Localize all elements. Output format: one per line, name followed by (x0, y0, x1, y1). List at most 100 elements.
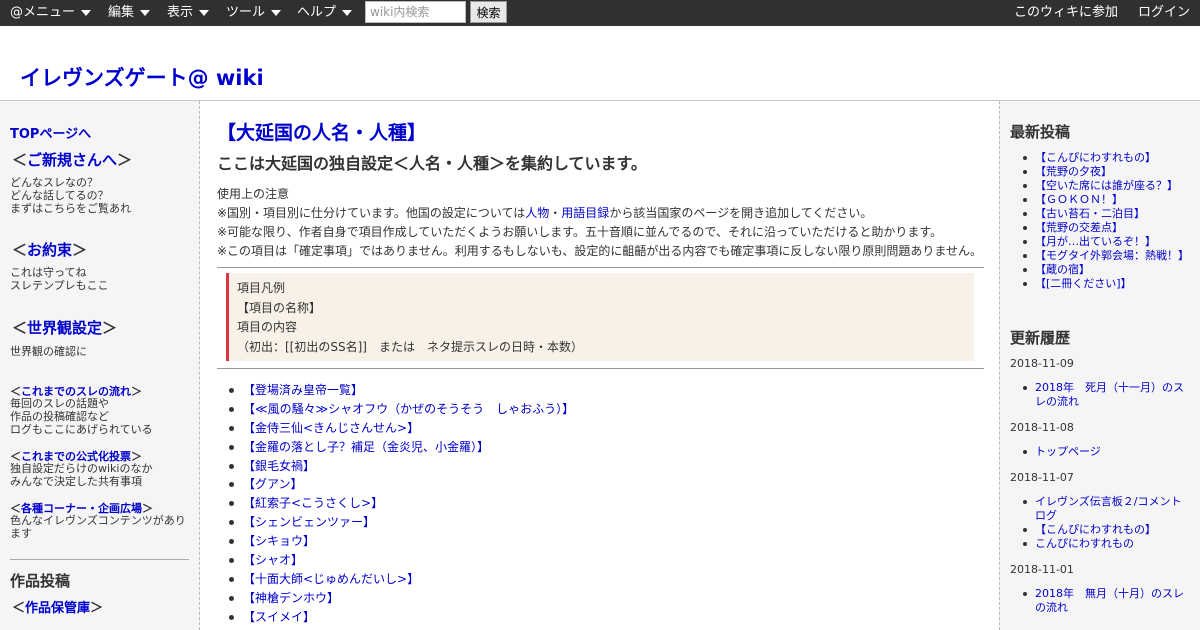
bracket: ＞ (90, 601, 104, 616)
bracket: ＜ (12, 601, 26, 616)
entry-link[interactable]: 【シキョウ】 (243, 534, 315, 548)
archive-link[interactable]: 作品保管庫 (25, 601, 90, 616)
latest-list: 【こんぴにわすれもの】 【荒野の夕夜】 【空いた席には誰が座る？】 【ＧＯＫＯＮ… (1020, 151, 1189, 291)
chevron-down-icon (342, 9, 353, 16)
entry-link[interactable]: 【グアン】 (243, 477, 303, 491)
search-input[interactable] (365, 1, 466, 23)
entry-link[interactable]: 【神槍デンホウ】 (243, 591, 339, 605)
latest-link[interactable]: 【古い苔石・二泊目】 (1035, 207, 1145, 220)
threads-desc: 毎回のスレの話題や 作品の投稿確認など ログもここにあげられている (10, 397, 153, 436)
entry-link[interactable]: 【十面大師<じゅめんだいし>】 (243, 572, 419, 586)
entry-link[interactable]: 【シャオ】 (243, 553, 303, 567)
list-item: 【シャオ】 (225, 551, 574, 570)
history-list: イレヴンズ伝言板２/コメント ログ 【こんぴにわすれもの】 こんぴにわすれもの (1020, 495, 1182, 551)
menu-view[interactable]: 表示 (167, 0, 210, 26)
list-item: 【銀毛女禍】 (225, 457, 574, 476)
latest-link[interactable]: 【荒野の夕夜】 (1035, 165, 1112, 178)
menu-edit[interactable]: 編集 (108, 0, 151, 26)
chevron-down-icon (140, 9, 151, 16)
desc-line: どんなスレなの？ (10, 176, 98, 189)
entry-link[interactable]: 【紅索子<こうさくし>】 (243, 496, 383, 510)
history-link[interactable]: 【こんぴにわすれもの】 (1035, 523, 1156, 536)
desc-line: 作品の投稿確認など (10, 410, 109, 423)
entry-link[interactable]: 【スイメイ】 (243, 610, 315, 624)
history-link[interactable]: イレヴンズ伝言板２/コメント ログ (1035, 495, 1182, 522)
promise-link[interactable]: お約束 (27, 241, 72, 259)
entry-link[interactable]: 【金羅の落とし子？補足（金炎児、小金羅）】 (243, 440, 489, 454)
top-page-link[interactable]: TOPページへ (10, 123, 91, 142)
desc-line: 色んなイレヴンズコンテンツがあり (10, 514, 186, 527)
note-text: ※国別・項目別に仕分けています。他国の設定については (217, 206, 526, 220)
latest-link[interactable]: 【空いた席には誰が座る？】 (1035, 179, 1178, 192)
list-item: 【古い苔石・二泊目】 (1020, 207, 1189, 221)
menu-atmenu[interactable]: @メニュー (10, 0, 92, 26)
newcomer-link[interactable]: ご新規さんへ (27, 151, 117, 169)
bracket: ＞ (102, 319, 118, 337)
menu-label: ツール (226, 5, 266, 20)
history-date: 2018-11-08 (1010, 421, 1074, 434)
desc-line: みんなで決定した共有事項 (10, 475, 142, 488)
list-item: 【こんぴにわすれもの】 (1020, 151, 1189, 165)
desc-line: これは守ってね (10, 266, 87, 279)
list-item: 【十面大師<じゅめんだいし>】 (225, 570, 574, 589)
page-title[interactable]: 【大延国の人名・人種】 (217, 118, 426, 145)
latest-link[interactable]: 【月が…出ているぞ！】 (1035, 235, 1156, 248)
list-item: こんぴにわすれもの (1020, 537, 1182, 551)
bracket: ＜ (12, 319, 28, 337)
worldview-desc: 世界観の確認に (10, 345, 87, 358)
legend-line: 【項目の名称】 (237, 300, 322, 315)
worldview-link[interactable]: 世界観設定 (27, 319, 102, 337)
bracket: ＜ (12, 241, 28, 259)
search-button[interactable]: 検索 (470, 1, 507, 23)
list-item: 2018年 死月（十一月）のス レの流れ (1020, 381, 1184, 409)
list-item: 【≪風の騒々≫シャオフウ（かぜのそうそう しゃおふう）】 (225, 400, 574, 419)
entry-link[interactable]: 【シェンビェンツァー】 (243, 515, 375, 529)
history-date: 2018-11-09 (1010, 357, 1074, 370)
bracket: ＞ (117, 151, 133, 169)
join-wiki-link[interactable]: このウィキに参加 (1014, 0, 1118, 26)
people-link[interactable]: 人物 (525, 206, 549, 220)
notes-heading: 使用上の注意 (217, 187, 290, 201)
note-text: ・ (549, 206, 562, 220)
site-title[interactable]: イレヴンズゲート@ wiki (20, 62, 264, 92)
latest-link[interactable]: 【[二冊ください]】 (1035, 277, 1132, 290)
list-item: 【こんぴにわすれもの】 (1020, 523, 1182, 537)
latest-link[interactable]: 【モグタイ外郭会場：熱戦！】 (1035, 249, 1189, 262)
list-item: 【神槍デンホウ】 (225, 589, 574, 608)
menu-help[interactable]: ヘルプ (297, 0, 353, 26)
login-link[interactable]: ログイン (1138, 0, 1190, 26)
site-header: イレヴンズゲート@ wiki (0, 26, 1200, 101)
history-link[interactable]: 2018年 死月（十一月）のス レの流れ (1035, 381, 1184, 408)
entry-link[interactable]: 【金侍三仙<きんじさんせん>】 (243, 421, 419, 435)
history-link[interactable]: トップページ (1035, 445, 1101, 458)
entry-link[interactable]: 【≪風の騒々≫シャオフウ（かぜのそうそう しゃおふう）】 (243, 402, 574, 416)
latest-link[interactable]: 【こんぴにわすれもの】 (1035, 151, 1156, 164)
history-list: 2018年 無月（十月）のスレ の流れ (1020, 587, 1184, 615)
history-date: 2018-11-07 (1010, 471, 1074, 484)
latest-link[interactable]: 【荒野の交差点】 (1035, 221, 1123, 234)
note-line: ※この項目は「確定事項」ではありません。利用するもしないも、設定的に齟齬が出る内… (217, 244, 982, 258)
list-item: 【スイメイ】 (225, 608, 574, 627)
list-item: 【シキョウ】 (225, 532, 574, 551)
latest-link[interactable]: 【ＧＯＫＯＮ！】 (1035, 193, 1123, 206)
entry-link[interactable]: 【登場済み皇帝一覧】 (243, 383, 363, 397)
link-text: の流れ (1035, 601, 1068, 614)
history-date: 2018-11-01 (1010, 563, 1074, 576)
glossary-link[interactable]: 用語目録 (561, 206, 609, 220)
link-text: 2018年 無月（十月）のスレ (1035, 587, 1184, 600)
bracket: ＜ (12, 151, 28, 169)
history-list: トップページ (1020, 445, 1101, 459)
latest-link[interactable]: 【蔵の宿】 (1035, 263, 1090, 276)
entry-link[interactable]: 【銀毛女禍】 (243, 459, 315, 473)
top-menu-bar: @メニュー 編集 表示 ツール ヘルプ 検索 このウィキに参加 ログイン (0, 0, 1200, 26)
chevron-down-icon (81, 9, 92, 16)
desc-line: スレテンプレもここ (10, 279, 109, 292)
works-heading: 作品投稿 (10, 572, 71, 590)
desc-line: ます (10, 527, 32, 540)
history-link[interactable]: こんぴにわすれもの (1035, 537, 1134, 550)
divider (217, 368, 984, 369)
desc-line: 毎回のスレの話題や (10, 397, 109, 410)
list-item: 【蔵の宿】 (1020, 263, 1189, 277)
history-link[interactable]: 2018年 無月（十月）のスレ の流れ (1035, 587, 1184, 614)
menu-tools[interactable]: ツール (226, 0, 282, 26)
